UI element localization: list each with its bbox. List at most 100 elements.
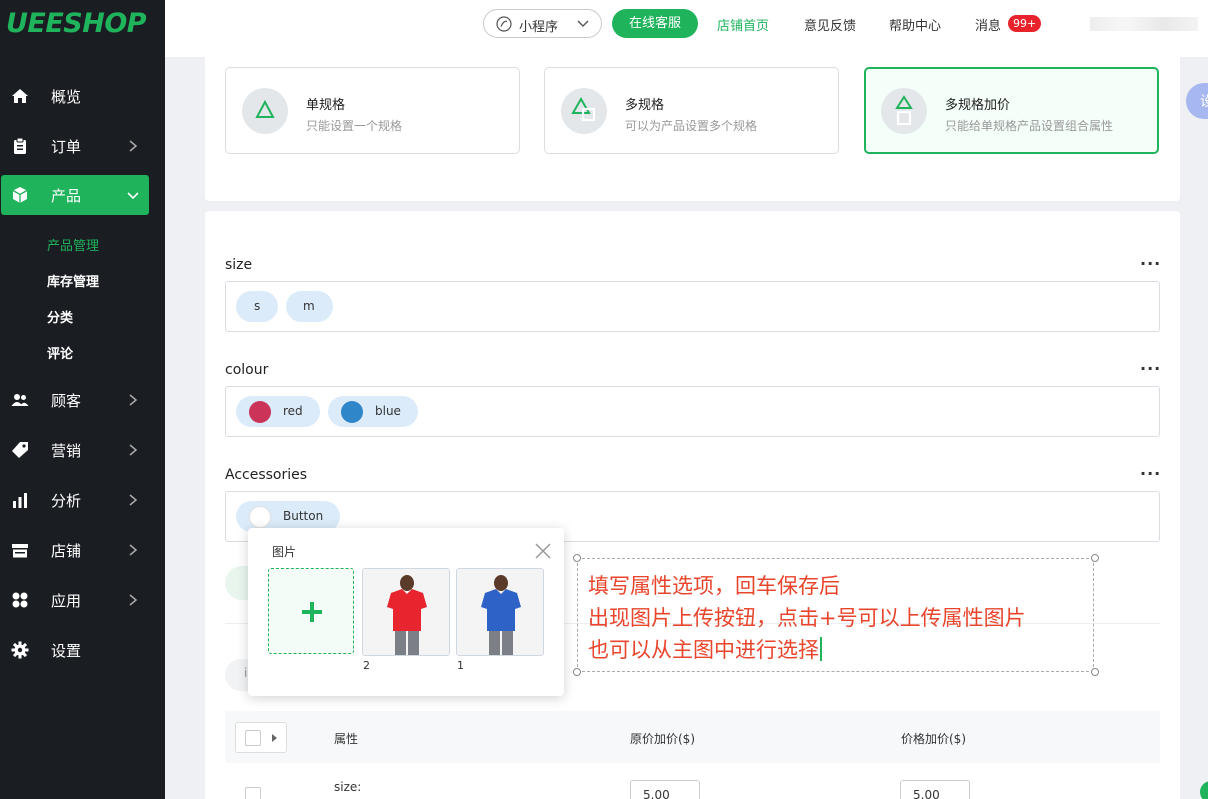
chevron-down-icon bbox=[577, 20, 589, 27]
sidebar-sub-reviews[interactable]: 评论 bbox=[47, 343, 73, 362]
popup-title: 图片 bbox=[272, 545, 297, 559]
spec-card-desc: 可以为产品设置多个规格 bbox=[625, 119, 758, 133]
sidebar-item-label: 分析 bbox=[51, 492, 82, 510]
option-label: Button bbox=[283, 509, 324, 523]
corner-chat-button[interactable] bbox=[1200, 781, 1208, 799]
sidebar: UEESHOP 概览 订单 产品 产品管理 库存管理 分类 评论 顾客 营销 分… bbox=[0, 0, 165, 799]
triangle-icon bbox=[255, 100, 275, 118]
store-icon bbox=[12, 544, 28, 558]
sidebar-sub-inventory[interactable]: 库存管理 bbox=[47, 271, 99, 290]
batch-label: i bbox=[244, 666, 248, 680]
close-icon[interactable] bbox=[534, 542, 552, 560]
chevron-right-icon bbox=[129, 394, 138, 406]
chevron-right-icon bbox=[129, 140, 138, 152]
annotation-line: 也可以从主图中进行选择 bbox=[588, 634, 822, 664]
option-label: s bbox=[254, 299, 261, 313]
cube-icon bbox=[12, 187, 28, 203]
more-options-icon[interactable]: ··· bbox=[1140, 359, 1161, 378]
color-swatch[interactable] bbox=[341, 401, 363, 423]
messages-link[interactable]: 消息 bbox=[975, 15, 1001, 34]
annotation-line-text: 也可以从主图中进行选择 bbox=[588, 638, 819, 662]
sidebar-item-label: 应用 bbox=[51, 592, 82, 610]
mini-program-dropdown[interactable]: 小程序 bbox=[483, 9, 602, 38]
user-account-blurred[interactable] bbox=[1090, 17, 1198, 31]
option-label: m bbox=[303, 299, 315, 313]
resize-handle[interactable] bbox=[1091, 668, 1099, 676]
sidebar-item-label: 产品 bbox=[51, 187, 82, 205]
resize-handle[interactable] bbox=[573, 554, 581, 562]
sidebar-item-marketing[interactable]: 营销 bbox=[0, 430, 165, 470]
store-home-link[interactable]: 店铺首页 bbox=[717, 15, 769, 34]
users-icon bbox=[11, 394, 29, 406]
tshirt-blue-image bbox=[457, 569, 543, 655]
annotation-textbox[interactable]: 填写属性选项，回车保存后 出现图片上传按钮，点击+号可以上传属性图片 也可以从主… bbox=[573, 554, 1099, 676]
sidebar-item-settings[interactable]: 设置 bbox=[0, 630, 165, 670]
sidebar-item-label: 营销 bbox=[51, 442, 82, 460]
sidebar-sub-product-manage[interactable]: 产品管理 bbox=[47, 235, 99, 254]
top-header: 小程序 在线客服 店铺首页 意见反馈 帮助中心 消息 99+ bbox=[165, 0, 1208, 57]
sidebar-item-label: 订单 bbox=[51, 138, 82, 156]
spec-icon-circle bbox=[881, 88, 927, 134]
attr-title-colour: colour bbox=[225, 362, 269, 378]
grid-icon bbox=[12, 592, 28, 608]
upload-image-button[interactable] bbox=[268, 568, 354, 654]
spec-card-title: 多规格 bbox=[625, 98, 665, 113]
option-chip[interactable]: m bbox=[286, 291, 333, 322]
original-price-markup-input[interactable]: 5.00 bbox=[630, 780, 700, 799]
mini-program-label: 小程序 bbox=[519, 20, 559, 35]
sidebar-item-orders[interactable]: 订单 bbox=[0, 126, 165, 166]
select-all-checkbox-group[interactable] bbox=[235, 722, 287, 753]
sidebar-item-customers[interactable]: 顾客 bbox=[0, 380, 165, 420]
gear-icon bbox=[11, 641, 29, 659]
tshirt-red-image bbox=[363, 569, 449, 655]
spec-card-multi-price[interactable]: 多规格加价 只能给单规格产品设置组合属性 bbox=[864, 67, 1159, 154]
sidebar-item-label: 设置 bbox=[51, 642, 82, 660]
option-chip[interactable]: blue bbox=[328, 396, 418, 427]
image-thumbnail[interactable] bbox=[362, 568, 450, 656]
caret-right-icon[interactable] bbox=[272, 734, 277, 742]
clipboard-icon bbox=[14, 137, 26, 154]
logo[interactable]: UEESHOP bbox=[6, 8, 147, 39]
help-center-link[interactable]: 帮助中心 bbox=[889, 15, 941, 34]
chevron-right-icon bbox=[129, 444, 138, 456]
more-options-icon[interactable]: ··· bbox=[1140, 464, 1161, 483]
sidebar-item-store[interactable]: 店铺 bbox=[0, 530, 165, 570]
bar-chart-icon bbox=[13, 493, 27, 508]
home-icon bbox=[12, 89, 28, 103]
spec-card-single[interactable]: 单规格 只能设置一个规格 bbox=[225, 67, 520, 154]
image-swatch[interactable] bbox=[249, 506, 271, 528]
sidebar-item-label: 概览 bbox=[51, 88, 82, 106]
message-count-badge: 99+ bbox=[1008, 15, 1042, 32]
attr-options-size[interactable]: s m bbox=[225, 281, 1160, 332]
attributes-panel: size ··· s m colour ··· red blue Accesso… bbox=[205, 211, 1180, 799]
sidebar-item-analytics[interactable]: 分析 bbox=[0, 480, 165, 520]
sidebar-item-overview[interactable]: 概览 bbox=[0, 76, 165, 116]
option-chip[interactable]: red bbox=[236, 396, 320, 427]
spec-card-title: 多规格加价 bbox=[945, 98, 1011, 113]
resize-handle[interactable] bbox=[1091, 554, 1099, 562]
image-index: 2 bbox=[363, 659, 370, 672]
floating-side-button[interactable]: 设 bbox=[1186, 83, 1208, 119]
price-markup-input[interactable]: 5.00 bbox=[900, 780, 970, 799]
option-chip[interactable]: s bbox=[236, 291, 278, 322]
spec-icon-circle bbox=[242, 88, 288, 134]
spec-card-title: 单规格 bbox=[306, 98, 346, 113]
feedback-link[interactable]: 意见反馈 bbox=[804, 15, 856, 34]
spec-card-desc: 只能给单规格产品设置组合属性 bbox=[945, 119, 1114, 133]
sidebar-item-apps[interactable]: 应用 bbox=[0, 580, 165, 620]
sidebar-sub-category[interactable]: 分类 bbox=[47, 307, 73, 326]
row-checkbox[interactable] bbox=[245, 787, 261, 799]
color-swatch[interactable] bbox=[249, 401, 271, 423]
select-all-checkbox[interactable] bbox=[245, 730, 261, 746]
annotation-line: 出现图片上传按钮，点击+号可以上传属性图片 bbox=[588, 606, 1026, 630]
option-label: blue bbox=[375, 404, 401, 418]
sidebar-item-products[interactable]: 产品 bbox=[1, 175, 149, 215]
more-options-icon[interactable]: ··· bbox=[1140, 254, 1161, 273]
attr-options-colour[interactable]: red blue bbox=[225, 386, 1160, 437]
online-service-button[interactable]: 在线客服 bbox=[612, 9, 698, 38]
col-attribute: 属性 bbox=[334, 732, 359, 746]
attr-title-accessories: Accessories bbox=[225, 467, 308, 483]
image-thumbnail[interactable] bbox=[456, 568, 544, 656]
resize-handle[interactable] bbox=[573, 668, 581, 676]
spec-card-multi[interactable]: 多规格 可以为产品设置多个规格 bbox=[544, 67, 839, 154]
